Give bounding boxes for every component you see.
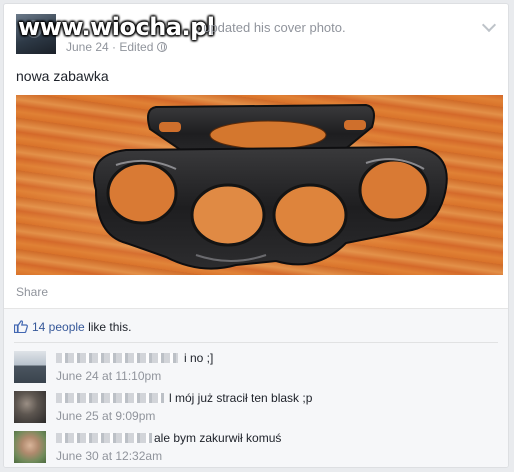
comment-text: i no ;] xyxy=(184,351,214,365)
post-meta: June 24 · Edited xyxy=(66,40,168,54)
likes-suffix: like this. xyxy=(88,320,132,334)
commenter-avatar[interactable] xyxy=(14,391,46,423)
commenter-name-redacted xyxy=(56,393,164,403)
post-date[interactable]: June 24 xyxy=(66,40,109,54)
commenter-avatar[interactable] xyxy=(14,431,46,463)
comment-text: l mój już stracił ten blask ;p xyxy=(169,391,313,405)
commenter-name-redacted xyxy=(56,353,178,363)
divider xyxy=(14,342,498,343)
share-link[interactable]: Share xyxy=(16,285,48,299)
meta-separator: · xyxy=(108,40,120,54)
comment-timestamp[interactable]: June 24 at 11:10pm xyxy=(56,369,161,383)
thumbs-up-icon[interactable] xyxy=(14,320,28,333)
comment-item: i no ;] June 24 at 11:10pm xyxy=(14,351,494,387)
comment-item: l mój już stracił ten blask ;p June 25 a… xyxy=(14,391,494,427)
post-card: www.wiocha.pl , updated his cover photo.… xyxy=(3,3,509,468)
post-header: www.wiocha.pl , updated his cover photo.… xyxy=(16,12,497,62)
comment-timestamp[interactable]: June 30 at 12:32am xyxy=(56,449,162,463)
commenter-name-redacted xyxy=(56,433,152,443)
comment-timestamp[interactable]: June 25 at 9:09pm xyxy=(56,409,155,423)
like-count-link[interactable]: 14 people xyxy=(32,320,85,334)
comment-text: ale bym zakurwił komuś xyxy=(154,431,282,445)
watermark-logo: www.wiocha.pl xyxy=(18,13,215,41)
edited-label[interactable]: Edited xyxy=(119,40,153,54)
likes-summary: 14 people like this. xyxy=(14,320,131,334)
chevron-down-icon[interactable] xyxy=(481,17,497,33)
comment-item: ale bym zakurwił komuś June 30 at 12:32a… xyxy=(14,431,494,467)
post-text: nowa zabawka xyxy=(16,68,109,84)
post-action-text: , updated his cover photo. xyxy=(196,20,346,35)
post-photo[interactable] xyxy=(16,95,503,275)
globe-icon[interactable] xyxy=(157,42,168,52)
commenter-avatar[interactable] xyxy=(14,351,46,383)
brass-knuckles-image xyxy=(93,103,448,270)
feedback-section: 14 people like this. i no ;] June 24 at … xyxy=(4,309,508,467)
